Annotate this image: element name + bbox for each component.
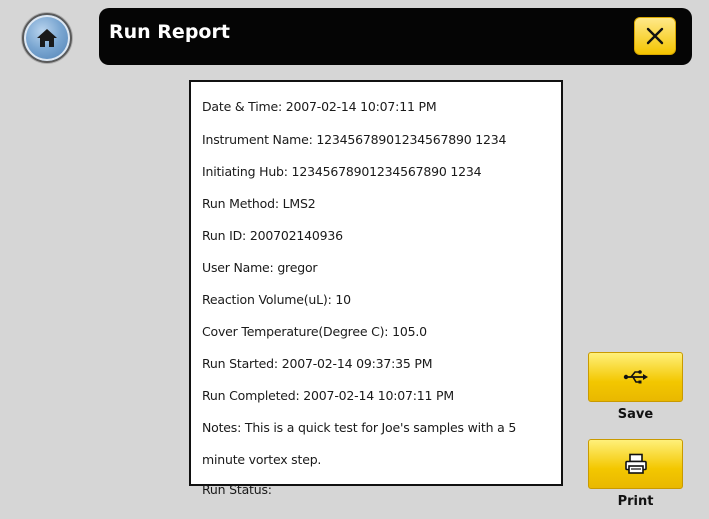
- save-label: Save: [617, 407, 654, 422]
- report-user-name: User Name: gregor: [202, 260, 318, 275]
- report-date-time: Date & Time: 2007-02-14 10:07:11 PM: [202, 99, 437, 114]
- run-report-panel: Date & Time: 2007-02-14 10:07:11 PM Inst…: [189, 80, 563, 497]
- report-instrument-name: Instrument Name: 12345678901234567890 12…: [202, 132, 507, 147]
- report-cover-temperature: Cover Temperature(Degree C): 105.0: [202, 324, 427, 339]
- print-button[interactable]: Print: [588, 439, 683, 509]
- report-run-status: Run Status:: [202, 482, 272, 497]
- report-initiating-hub: Initiating Hub: 12345678901234567890 123…: [202, 164, 482, 179]
- home-button[interactable]: [22, 13, 72, 63]
- report-run-completed: Run Completed: 2007-02-14 10:07:11 PM: [202, 388, 454, 403]
- title-bar: Run Report: [99, 8, 692, 65]
- report-run-id: Run ID: 200702140936: [202, 228, 343, 243]
- report-notes-continued: minute vortex step.: [202, 452, 322, 467]
- print-label: Print: [617, 494, 654, 509]
- report-run-started: Run Started: 2007-02-14 09:37:35 PM: [202, 356, 433, 371]
- close-button[interactable]: [634, 17, 676, 55]
- close-icon: [646, 27, 664, 45]
- usb-icon: [623, 370, 648, 384]
- save-button[interactable]: Save: [588, 352, 683, 422]
- home-icon: [37, 29, 57, 47]
- report-reaction-volume: Reaction Volume(uL): 10: [202, 292, 351, 307]
- report-run-method: Run Method: LMS2: [202, 196, 316, 211]
- printer-icon: [624, 453, 647, 474]
- report-notes: Notes: This is a quick test for Joe's sa…: [202, 420, 517, 435]
- print-button-face[interactable]: [588, 439, 683, 489]
- save-button-face[interactable]: [588, 352, 683, 402]
- page-title: Run Report: [109, 21, 230, 43]
